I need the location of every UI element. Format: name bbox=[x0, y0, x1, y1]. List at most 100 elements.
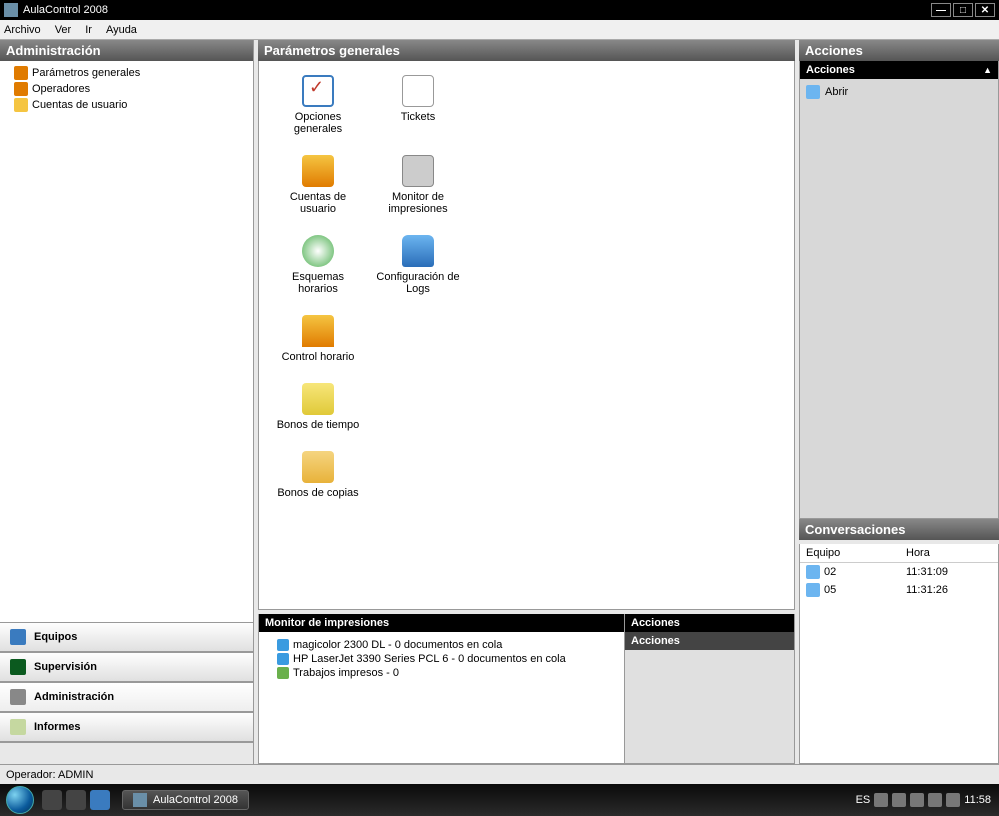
menu-archivo[interactable]: Archivo bbox=[4, 24, 41, 36]
monitor-row: Monitor de impresiones magicolor 2300 DL… bbox=[258, 614, 795, 764]
actions-subheader: Acciones bbox=[625, 632, 794, 650]
item-opciones-generales[interactable]: Opciones generales bbox=[273, 75, 363, 135]
nav-informes[interactable]: Informes bbox=[0, 712, 253, 742]
report-icon bbox=[10, 719, 26, 735]
volume-icon[interactable] bbox=[946, 793, 960, 807]
nav-label: Informes bbox=[34, 721, 80, 733]
task-label: AulaControl 2008 bbox=[153, 794, 238, 806]
tree-item-cuentas[interactable]: Cuentas de usuario bbox=[4, 97, 249, 113]
window-title: AulaControl 2008 bbox=[23, 4, 931, 16]
start-button[interactable] bbox=[6, 786, 34, 814]
item-label: magicolor 2300 DL - 0 documentos en cola bbox=[293, 639, 502, 651]
folder-cards-icon bbox=[302, 451, 334, 483]
menu-ver[interactable]: Ver bbox=[55, 24, 72, 36]
chevron-up-icon: ▲ bbox=[983, 65, 992, 75]
item-control-horario[interactable]: Control horario bbox=[273, 315, 363, 363]
chat-icon bbox=[806, 565, 820, 579]
item-bonos-copias[interactable]: Bonos de copias bbox=[273, 451, 363, 499]
item-label: Configuración de Logs bbox=[373, 271, 463, 295]
nav-equipos[interactable]: Equipos bbox=[0, 622, 253, 652]
quicklaunch-ie-icon[interactable] bbox=[90, 790, 110, 810]
item-label: Bonos de tiempo bbox=[277, 419, 360, 431]
conv-equipo: 02 bbox=[824, 566, 906, 578]
actions-header: Acciones bbox=[625, 614, 794, 632]
conv-hora: 11:31:09 bbox=[906, 566, 948, 578]
item-tickets[interactable]: Tickets bbox=[373, 75, 463, 135]
admin-tree: Parámetros generales Operadores Cuentas … bbox=[0, 61, 253, 622]
tray-icon[interactable] bbox=[910, 793, 924, 807]
monitor-icon bbox=[10, 629, 26, 645]
params-header: Parámetros generales bbox=[258, 40, 795, 61]
params-panel: Opciones generales Tickets Cuentas de us… bbox=[258, 61, 795, 610]
lock-icon bbox=[302, 315, 334, 347]
tree-item-label: Cuentas de usuario bbox=[32, 99, 127, 111]
menu-ayuda[interactable]: Ayuda bbox=[106, 24, 137, 36]
item-label: Monitor de impresiones bbox=[373, 191, 463, 215]
minimize-button[interactable]: — bbox=[931, 3, 951, 17]
item-esquemas-horarios[interactable]: Esquemas horarios bbox=[273, 235, 363, 295]
item-monitor-impresiones[interactable]: Monitor de impresiones bbox=[373, 155, 463, 215]
printer-queue-item[interactable]: HP LaserJet 3390 Series PCL 6 - 0 docume… bbox=[265, 652, 618, 666]
right-actions-panel: Acciones ▲ Abrir bbox=[799, 61, 999, 519]
nav-administracion[interactable]: Administración bbox=[0, 682, 253, 712]
item-label: Control horario bbox=[282, 351, 355, 363]
item-label: Cuentas de usuario bbox=[273, 191, 363, 215]
item-label: Esquemas horarios bbox=[273, 271, 363, 295]
conversaciones-header: Conversaciones bbox=[799, 519, 999, 540]
monitor-panel: Monitor de impresiones magicolor 2300 DL… bbox=[258, 614, 625, 764]
tree-item-label: Parámetros generales bbox=[32, 67, 140, 79]
system-tray: ES 11:58 bbox=[856, 793, 999, 807]
tray-icon[interactable] bbox=[892, 793, 906, 807]
tray-icon[interactable] bbox=[874, 793, 888, 807]
printer-icon bbox=[277, 653, 289, 665]
quicklaunch-icon[interactable] bbox=[66, 790, 86, 810]
taskbar-app[interactable]: AulaControl 2008 bbox=[122, 790, 249, 810]
print-jobs-item[interactable]: Trabajos impresos - 0 bbox=[265, 666, 618, 680]
database-icon bbox=[402, 235, 434, 267]
status-operador: Operador: ADMIN bbox=[6, 769, 93, 781]
nav-label: Administración bbox=[34, 691, 114, 703]
printer-icon bbox=[277, 639, 289, 651]
conv-equipo: 05 bbox=[824, 584, 906, 596]
window-titlebar: AulaControl 2008 — □ ✕ bbox=[0, 0, 999, 20]
maximize-button[interactable]: □ bbox=[953, 3, 973, 17]
conv-row[interactable]: 02 11:31:09 bbox=[800, 563, 998, 581]
statusbar: Operador: ADMIN bbox=[0, 764, 999, 784]
nav-label: Supervisión bbox=[34, 661, 97, 673]
taskbar: AulaControl 2008 ES 11:58 bbox=[0, 784, 999, 816]
quicklaunch-icon[interactable] bbox=[42, 790, 62, 810]
tray-lang[interactable]: ES bbox=[856, 794, 871, 806]
nav-buttons: Equipos Supervisión Administración Infor… bbox=[0, 622, 253, 764]
monitor-actions-panel: Acciones Acciones bbox=[625, 614, 795, 764]
menu-ir[interactable]: Ir bbox=[85, 24, 92, 36]
item-label: HP LaserJet 3390 Series PCL 6 - 0 docume… bbox=[293, 653, 566, 665]
nav-supervision[interactable]: Supervisión bbox=[0, 652, 253, 682]
actions-accordion-header[interactable]: Acciones ▲ bbox=[800, 61, 998, 79]
monitor-list: magicolor 2300 DL - 0 documentos en cola… bbox=[259, 632, 624, 686]
tray-icon[interactable] bbox=[928, 793, 942, 807]
monitor-header: Monitor de impresiones bbox=[259, 614, 624, 632]
accordion-title: Acciones bbox=[806, 64, 855, 76]
item-label: Bonos de copias bbox=[277, 487, 358, 499]
cards-icon bbox=[302, 383, 334, 415]
conv-columns: Equipo Hora bbox=[800, 544, 998, 563]
col-hora: Hora bbox=[906, 547, 930, 559]
settings-icon bbox=[14, 66, 28, 80]
item-bonos-tiempo[interactable]: Bonos de tiempo bbox=[273, 383, 363, 431]
jobs-icon bbox=[277, 667, 289, 679]
tree-item-operadores[interactable]: Operadores bbox=[4, 81, 249, 97]
action-abrir[interactable]: Abrir bbox=[806, 85, 992, 99]
conv-row[interactable]: 05 11:31:26 bbox=[800, 581, 998, 599]
tree-item-parametros[interactable]: Parámetros generales bbox=[4, 65, 249, 81]
eye-icon bbox=[10, 659, 26, 675]
checklist-icon bbox=[302, 75, 334, 107]
item-cuentas-usuario[interactable]: Cuentas de usuario bbox=[273, 155, 363, 215]
close-button[interactable]: ✕ bbox=[975, 3, 995, 17]
nav-label: Equipos bbox=[34, 631, 77, 643]
tray-clock[interactable]: 11:58 bbox=[964, 794, 991, 806]
clock-icon bbox=[302, 235, 334, 267]
printer-queue-item[interactable]: magicolor 2300 DL - 0 documentos en cola bbox=[265, 638, 618, 652]
item-config-logs[interactable]: Configuración de Logs bbox=[373, 235, 463, 295]
printer-icon bbox=[402, 155, 434, 187]
conversaciones-panel: Equipo Hora 02 11:31:09 05 11:31:26 bbox=[799, 544, 999, 764]
